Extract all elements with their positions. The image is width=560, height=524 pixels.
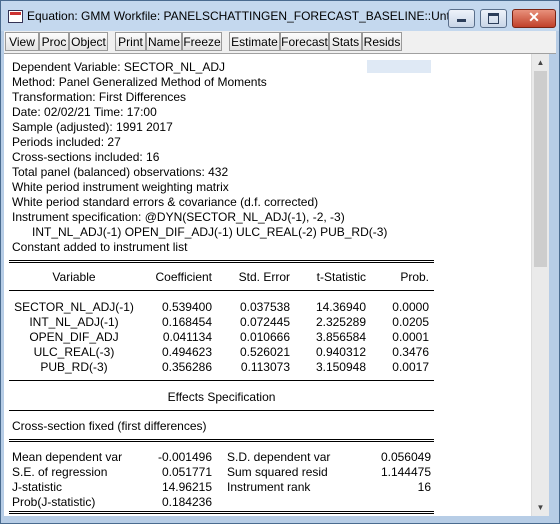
maximize-icon <box>488 13 499 24</box>
vertical-scrollbar[interactable]: ▲ ▼ <box>531 54 549 516</box>
name-button[interactable]: Name <box>146 32 182 51</box>
forecast-button[interactable]: Forecast <box>280 32 329 51</box>
coef-tstat: 3.150948 <box>315 360 366 374</box>
print-button[interactable]: Print <box>115 32 146 51</box>
stat-value: 0.184236 <box>161 495 212 509</box>
proc-button[interactable]: Proc <box>39 32 69 51</box>
stat-value: 1.144475 <box>380 465 431 479</box>
minimize-icon <box>457 19 466 22</box>
stat-value: 0.056049 <box>380 450 431 464</box>
close-button[interactable]: ✕ <box>512 9 556 28</box>
stat-label: Prob(J-statistic) <box>12 495 96 509</box>
coef-variable: PUB_RD(-3) <box>40 360 108 374</box>
coef-value: 0.041134 <box>162 330 212 344</box>
table-rule <box>9 262 434 263</box>
minimize-button[interactable] <box>448 9 475 28</box>
column-header: Coefficient <box>155 270 212 284</box>
coef-tstat: 0.940312 <box>315 345 366 359</box>
toolbar: View Proc Object Print Name Freeze Estim… <box>4 31 556 54</box>
table-rule <box>9 410 434 411</box>
coef-prob: 0.3476 <box>392 345 429 359</box>
header-line: Cross-sections included: 16 <box>12 150 160 164</box>
stat-value: -0.001496 <box>157 450 212 464</box>
coef-value: 0.356286 <box>161 360 212 374</box>
effects-line: Cross-section fixed (first differences) <box>12 419 207 433</box>
header-line: Constant added to instrument list <box>12 240 188 254</box>
scroll-thumb[interactable] <box>534 71 547 267</box>
coef-variable: ULC_REAL(-3) <box>33 345 115 359</box>
coef-stderr: 0.037538 <box>239 300 290 314</box>
equation-window: Equation: GMM Workfile: PANELSCHATTINGEN… <box>0 0 560 524</box>
object-button[interactable]: Object <box>69 32 108 51</box>
scroll-down-icon[interactable]: ▼ <box>532 499 549 516</box>
header-line: Method: Panel Generalized Method of Mome… <box>12 75 267 89</box>
table-rule <box>9 439 434 440</box>
output-pane[interactable]: Dependent Variable: SECTOR_NL_ADJ Method… <box>4 54 531 516</box>
coef-stderr: 0.072445 <box>239 315 290 329</box>
stat-label: S.D. dependent var <box>227 450 331 464</box>
column-header: Variable <box>52 270 96 284</box>
header-line: Periods included: 27 <box>12 135 121 149</box>
coef-tstat: 14.36940 <box>315 300 366 314</box>
table-rule <box>9 511 434 512</box>
stat-value: 0.051771 <box>161 465 212 479</box>
coef-variable: OPEN_DIF_ADJ <box>29 330 119 344</box>
coef-stderr: 0.113073 <box>240 360 290 374</box>
selection-highlight <box>367 60 431 73</box>
coef-value: 0.168454 <box>161 315 212 329</box>
stat-label: Mean dependent var <box>12 450 123 464</box>
header-line: Instrument specification: @DYN(SECTOR_NL… <box>12 210 345 224</box>
coef-prob: 0.0017 <box>392 360 429 374</box>
coef-stderr: 0.526021 <box>239 345 290 359</box>
effects-title: Effects Specification <box>167 390 276 404</box>
table-rule <box>9 513 434 514</box>
table-rule <box>9 290 434 291</box>
freeze-button[interactable]: Freeze <box>182 32 222 51</box>
stat-value: 16 <box>417 480 431 494</box>
window-frame-bottom <box>1 516 559 523</box>
window-icon <box>8 10 23 23</box>
title-bar[interactable]: Equation: GMM Workfile: PANELSCHATTINGEN… <box>1 1 559 31</box>
maximize-button[interactable] <box>480 9 507 28</box>
stat-label: J-statistic <box>12 480 63 494</box>
coef-variable: SECTOR_NL_ADJ(-1) <box>14 300 134 314</box>
stat-label: S.E. of regression <box>12 465 108 479</box>
stat-label: Sum squared resid <box>227 465 328 479</box>
window-frame-right <box>549 54 557 523</box>
header-line: White period instrument weighting matrix <box>12 180 229 194</box>
header-line: White period standard errors & covarianc… <box>12 195 319 209</box>
resids-button[interactable]: Resids <box>362 32 402 51</box>
table-rule <box>9 380 434 381</box>
column-header: Std. Error <box>238 270 290 284</box>
close-icon: ✕ <box>528 9 540 25</box>
table-rule <box>9 260 434 261</box>
header-line: Total panel (balanced) observations: 432 <box>12 165 229 179</box>
view-button[interactable]: View <box>5 32 39 51</box>
coef-stderr: 0.010666 <box>239 330 290 344</box>
column-header: Prob. <box>400 270 429 284</box>
coef-value: 0.494623 <box>161 345 212 359</box>
header-line: Sample (adjusted): 1991 2017 <box>12 120 173 134</box>
coef-tstat: 3.856584 <box>315 330 366 344</box>
header-line: Dependent Variable: SECTOR_NL_ADJ <box>12 60 225 74</box>
estimate-button[interactable]: Estimate <box>229 32 280 51</box>
header-line: Date: 02/02/21 Time: 17:00 <box>12 105 157 119</box>
table-rule <box>9 441 434 442</box>
coef-variable: INT_NL_ADJ(-1) <box>29 315 119 329</box>
column-header: t-Statistic <box>316 270 366 284</box>
coef-value: 0.539400 <box>161 300 212 314</box>
stat-label: Instrument rank <box>227 480 311 494</box>
coef-prob: 0.0001 <box>392 330 429 344</box>
coef-tstat: 2.325289 <box>315 315 366 329</box>
header-line: Transformation: First Differences <box>12 90 187 104</box>
header-line: INT_NL_ADJ(-1) OPEN_DIF_ADJ(-1) ULC_REAL… <box>12 225 388 239</box>
coef-prob: 0.0205 <box>392 315 429 329</box>
coef-prob: 0.0000 <box>392 300 429 314</box>
stat-value: 14.96215 <box>161 480 212 494</box>
scroll-up-icon[interactable]: ▲ <box>532 54 549 71</box>
stats-button[interactable]: Stats <box>329 32 362 51</box>
window-title: Equation: GMM Workfile: PANELSCHATTINGEN… <box>27 9 469 23</box>
